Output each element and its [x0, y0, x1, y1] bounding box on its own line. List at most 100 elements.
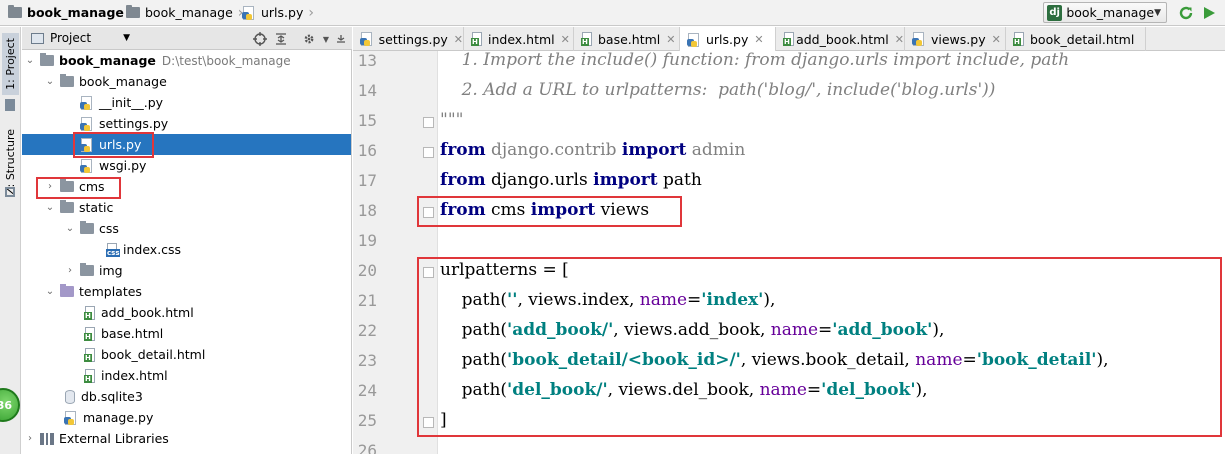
project-view-title[interactable]: Project: [50, 31, 91, 45]
tree-item-external-libraries[interactable]: › External Libraries: [22, 428, 351, 449]
line-number: 24: [357, 381, 377, 400]
code-token: from: [440, 170, 486, 190]
run-button[interactable]: [1199, 3, 1219, 23]
project-icon: [31, 32, 44, 44]
code-token: 'book_detail': [976, 350, 1097, 370]
fold-toggle[interactable]: [423, 117, 434, 128]
collapse-all-button[interactable]: [273, 31, 289, 47]
python-file-icon: [360, 32, 374, 46]
close-icon[interactable]: ✕: [754, 33, 763, 46]
tree-item-wsgi-py[interactable]: wsgi.py: [22, 155, 351, 176]
run-configuration-select[interactable]: dj book_manage ▼: [1043, 2, 1167, 23]
code-token: 'del_book/': [507, 380, 608, 400]
tab-settings-py[interactable]: settings.py ✕: [353, 27, 464, 51]
chevron-down-icon: ⌄: [45, 76, 55, 87]
tab-book-detail-html[interactable]: H book_detail.html: [1006, 27, 1146, 51]
folder-icon: [60, 74, 74, 87]
chevron-down-icon[interactable]: ▼: [123, 33, 130, 43]
tab-add-book-html[interactable]: H add_book.html ✕: [776, 27, 905, 51]
code-token: path: [657, 170, 702, 190]
python-file-icon: [80, 158, 94, 173]
breadcrumb-folder[interactable]: book_manage ›: [126, 0, 243, 25]
tree-item-init-py[interactable]: __init__.py: [22, 92, 351, 113]
chevron-right-icon: ›: [28, 433, 32, 444]
django-icon: dj: [1047, 4, 1063, 21]
code-token: 'del_book': [821, 380, 916, 400]
code-line: urlpatterns = [: [440, 260, 569, 280]
tree-item-book-detail-html[interactable]: H book_detail.html: [22, 344, 351, 365]
chevron-right-icon: ›: [48, 181, 52, 192]
tree-item-static[interactable]: ⌄ static: [22, 197, 351, 218]
tree-item-img[interactable]: › img: [22, 260, 351, 281]
editor-gutter: 13 14 15 16 17 18 19 20 21 22 23 24 25 2…: [353, 51, 438, 454]
line-number: 25: [357, 411, 377, 430]
breadcrumb-file[interactable]: urls.py ›: [242, 0, 314, 25]
locate-file-button[interactable]: [252, 31, 268, 47]
code-token: 'add_book/': [507, 320, 614, 340]
project-tool-button[interactable]: 1: Project: [2, 33, 19, 95]
code-token: path(: [440, 320, 508, 340]
tree-item-project-root[interactable]: ⌄ book_manage D:\test\book_manage: [22, 50, 351, 71]
line-number: 20: [357, 261, 377, 280]
code-token: import: [621, 140, 687, 160]
fold-toggle[interactable]: [423, 267, 434, 278]
python-file-icon: [80, 116, 94, 131]
tab-base-html[interactable]: H base.html ✕: [574, 27, 680, 51]
tab-index-html[interactable]: H index.html ✕: [464, 27, 574, 51]
tab-views-py[interactable]: views.py ✕: [905, 27, 1006, 51]
folder-icon: [126, 5, 140, 18]
chevron-down-icon: ⌄: [65, 223, 75, 234]
rerun-button[interactable]: [1176, 3, 1196, 23]
code-token: name: [770, 320, 819, 340]
tree-item-css[interactable]: ⌄ css: [22, 218, 351, 239]
line-number: 13: [357, 51, 377, 70]
code-token: django.urls: [485, 170, 594, 190]
tree-item-manage-py[interactable]: manage.py: [22, 407, 351, 428]
code-token: =: [687, 290, 702, 310]
tree-item-index-html[interactable]: H index.html: [22, 365, 351, 386]
fold-toggle[interactable]: [423, 207, 434, 218]
chevron-down-icon: ⌄: [45, 202, 55, 213]
breadcrumb-root[interactable]: book_manage ›: [8, 0, 135, 25]
close-icon[interactable]: ✕: [895, 33, 904, 46]
close-icon[interactable]: ✕: [666, 33, 675, 46]
hide-panel-button[interactable]: [333, 31, 349, 47]
code-token: =: [962, 350, 977, 370]
python-file-icon: [64, 410, 78, 425]
code-line: from django.contrib import admin: [440, 140, 745, 160]
folder-icon: [80, 221, 94, 234]
tree-item-add-book-html[interactable]: H add_book.html: [22, 302, 351, 323]
fold-toggle[interactable]: [423, 417, 434, 428]
close-icon[interactable]: ✕: [992, 33, 1001, 46]
settings-dropdown-icon[interactable]: ▼: [318, 31, 334, 47]
tree-item-templates[interactable]: ⌄ templates: [22, 281, 351, 302]
tree-item-base-html[interactable]: H base.html: [22, 323, 351, 344]
tree-item-db-sqlite3[interactable]: db.sqlite3: [22, 386, 351, 407]
code-token: """: [440, 110, 464, 130]
line-number: 23: [357, 351, 377, 370]
tab-urls-py[interactable]: urls.py ✕: [680, 27, 776, 52]
line-number: 22: [357, 321, 377, 340]
line-number: 15: [357, 111, 377, 130]
tree-item-book-manage-package[interactable]: ⌄ book_manage: [22, 71, 351, 92]
code-token: ]: [440, 410, 447, 430]
code-token: name: [639, 290, 688, 310]
tree-item-index-css[interactable]: css index.css: [22, 239, 351, 260]
tree-item-settings-py[interactable]: settings.py: [22, 113, 351, 134]
tree-item-urls-py[interactable]: urls.py: [22, 134, 351, 155]
code-token: path(: [440, 380, 508, 400]
python-file-icon: [80, 95, 94, 110]
html-file-icon: H: [84, 347, 96, 362]
code-editor[interactable]: 1. Import the include() function: from d…: [438, 51, 1225, 454]
close-icon[interactable]: ✕: [454, 33, 463, 46]
fold-toggle[interactable]: [423, 147, 434, 158]
project-stripe-icon: [5, 99, 15, 111]
tree-item-cms[interactable]: › cms: [22, 176, 351, 197]
html-file-icon: H: [84, 305, 96, 320]
code-token: ),: [915, 380, 928, 400]
settings-button[interactable]: [301, 31, 317, 47]
rerun-icon: [1179, 6, 1193, 20]
code-token: admin: [686, 140, 746, 160]
close-icon[interactable]: ✕: [561, 33, 570, 46]
code-line: """: [440, 110, 463, 130]
